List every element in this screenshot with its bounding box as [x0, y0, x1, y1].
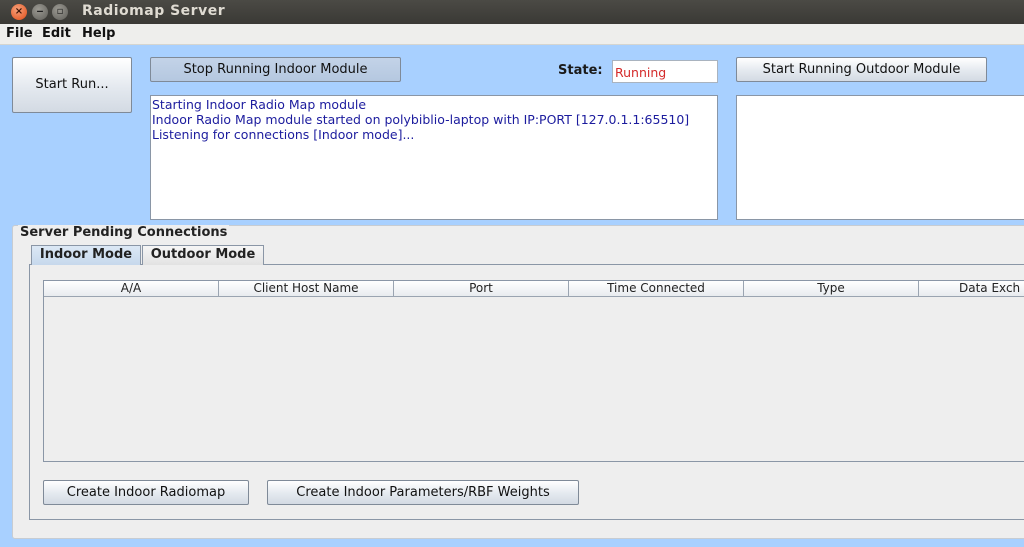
menu-file[interactable]: File [6, 26, 33, 41]
column-header-data-exch[interactable]: Data Exch [919, 281, 1024, 297]
log-line: Indoor Radio Map module started on polyb… [152, 112, 690, 127]
log-line: Listening for connections [Indoor mode].… [152, 127, 415, 142]
outdoor-log-area[interactable] [736, 95, 1024, 220]
column-header-type[interactable]: Type [744, 281, 919, 297]
indoor-log-area[interactable]: Starting Indoor Radio Map module Indoor … [150, 95, 718, 220]
log-line: Starting Indoor Radio Map module [152, 97, 367, 112]
stop-indoor-module-button[interactable]: Stop Running Indoor Module [150, 57, 401, 82]
connections-table[interactable]: A/A Client Host Name Port Time Connected… [43, 280, 1024, 462]
column-header-client-host-name[interactable]: Client Host Name [219, 281, 394, 297]
minimize-icon: ‒ [36, 6, 44, 17]
create-indoor-parameters-button[interactable]: Create Indoor Parameters/RBF Weights [267, 480, 579, 505]
tab-outdoor-mode[interactable]: Outdoor Mode [142, 245, 264, 265]
menu-help[interactable]: Help [82, 26, 115, 41]
menu-edit[interactable]: Edit [42, 26, 71, 41]
minimize-window-button[interactable]: ‒ [32, 4, 48, 20]
window-titlebar[interactable]: × ‒ ▫ Radiomap Server [0, 0, 1024, 24]
close-icon: × [14, 6, 24, 17]
state-label: State: [558, 63, 603, 78]
maximize-window-button[interactable]: ▫ [52, 4, 68, 20]
column-header-aa[interactable]: A/A [44, 281, 219, 297]
create-indoor-radiomap-button[interactable]: Create Indoor Radiomap [43, 480, 249, 505]
start-run-button[interactable]: Start Run... [12, 57, 132, 113]
column-header-port[interactable]: Port [394, 281, 569, 297]
menu-bar: File Edit Help [0, 24, 1024, 45]
pending-connections-title: Server Pending Connections [18, 225, 230, 240]
close-window-button[interactable]: × [11, 4, 27, 20]
tab-indoor-mode[interactable]: Indoor Mode [31, 245, 141, 265]
start-outdoor-module-button[interactable]: Start Running Outdoor Module [736, 57, 987, 82]
column-header-time-connected[interactable]: Time Connected [569, 281, 744, 297]
window-title: Radiomap Server [82, 3, 226, 19]
state-field: Running [612, 60, 718, 83]
maximize-icon: ▫ [56, 6, 64, 17]
